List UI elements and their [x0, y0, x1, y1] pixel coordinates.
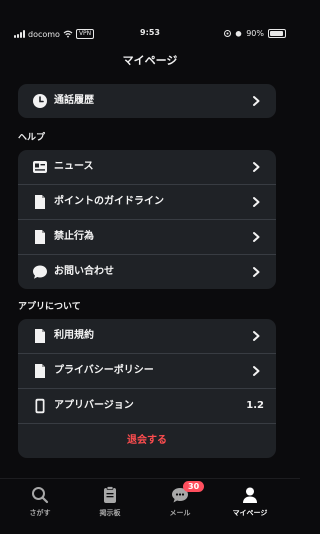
tab-mail[interactable]: 30 メール — [145, 481, 215, 518]
help-group: ニュース ポイントのガイドライン 禁止行為 お問い合わせ — [18, 150, 276, 289]
document-icon — [35, 329, 45, 343]
help-item-prohibited-acts[interactable]: 禁止行為 — [18, 219, 276, 254]
tab-bar: さがす 掲示板 30 メール マイページ — [0, 478, 300, 534]
help-item-point-guideline[interactable]: ポイントのガイドライン — [18, 184, 276, 219]
battery-icon — [268, 29, 286, 38]
chevron-right-icon — [253, 267, 260, 277]
about-item-label: アプリバージョン — [54, 400, 134, 411]
about-item-label: 利用規約 — [54, 330, 94, 341]
app-version-value: 1.2 — [246, 400, 264, 411]
call-history-label: 通話履歴 — [54, 95, 94, 106]
location-icon — [224, 30, 232, 37]
help-item-news[interactable]: ニュース — [18, 150, 276, 184]
help-item-label: ニュース — [54, 161, 94, 172]
about-item-privacy-policy[interactable]: プライバシーポリシー — [18, 353, 276, 388]
about-group: 利用規約 プライバシーポリシー アプリバージョン 1.2 退会する — [18, 319, 276, 458]
call-history-row[interactable]: 通話履歴 — [18, 84, 276, 118]
about-item-app-version: アプリバージョン 1.2 — [18, 388, 276, 423]
alarm-icon — [235, 31, 242, 37]
tab-board[interactable]: 掲示板 — [75, 485, 145, 518]
clock-icon — [33, 94, 47, 108]
tab-label: マイページ — [232, 509, 268, 517]
history-group: 通話履歴 — [18, 84, 276, 118]
news-icon — [33, 161, 47, 173]
about-section-title: アプリについて — [18, 302, 81, 312]
tab-search[interactable]: さがす — [5, 485, 75, 518]
page-title: マイページ — [122, 54, 178, 67]
chevron-right-icon — [253, 96, 260, 106]
help-item-label: お問い合わせ — [54, 266, 114, 277]
help-item-contact[interactable]: お問い合わせ — [18, 254, 276, 289]
phone-icon — [35, 398, 45, 414]
document-icon — [35, 195, 45, 209]
chevron-right-icon — [253, 162, 260, 172]
status-bar: docomo VPN 9:53 90% — [0, 26, 300, 42]
battery-percent: 90% — [246, 29, 264, 38]
chevron-right-icon — [253, 366, 260, 376]
mail-unread-badge: 30 — [183, 481, 205, 492]
tab-label: 掲示板 — [99, 509, 121, 517]
tab-my-page[interactable]: マイページ — [215, 485, 285, 518]
my-page-screen: docomo VPN 9:53 90% マイページ 通話履歴 ヘルプ ニュース … — [0, 0, 300, 534]
help-item-label: ポイントのガイドライン — [54, 196, 164, 207]
help-section-title: ヘルプ — [18, 133, 46, 143]
chevron-right-icon — [253, 232, 260, 242]
board-icon — [104, 486, 116, 503]
search-icon — [32, 487, 49, 504]
about-item-terms[interactable]: 利用規約 — [18, 319, 276, 353]
help-item-label: 禁止行為 — [54, 231, 94, 242]
chevron-right-icon — [253, 197, 260, 207]
tab-label: さがす — [29, 509, 51, 517]
chat-bubble-icon — [33, 265, 47, 279]
status-right: 90% — [224, 29, 286, 38]
withdraw-button[interactable]: 退会する — [18, 424, 276, 458]
tab-label: メール — [169, 509, 191, 517]
person-icon — [243, 487, 257, 503]
withdraw-row[interactable]: 退会する — [18, 423, 276, 458]
about-item-label: プライバシーポリシー — [54, 365, 154, 376]
document-icon — [35, 230, 45, 244]
chevron-right-icon — [253, 331, 260, 341]
document-icon — [35, 364, 45, 378]
